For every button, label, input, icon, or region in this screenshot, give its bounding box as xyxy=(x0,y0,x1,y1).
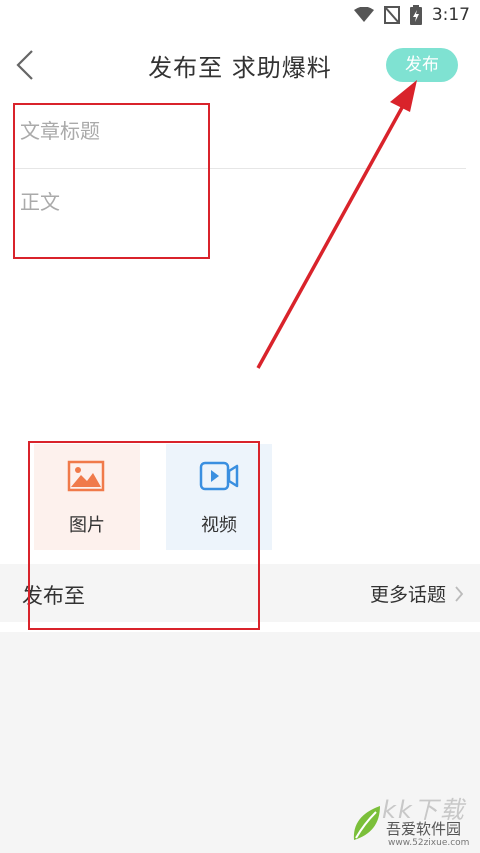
battery-charging-icon xyxy=(409,5,422,25)
more-topics-link[interactable]: 更多话题 xyxy=(370,580,464,607)
watermark: kk下载 吾爱软件园 www.52zixue.com xyxy=(346,790,478,850)
article-title-input[interactable] xyxy=(20,115,460,149)
no-signal-icon xyxy=(383,6,400,24)
chevron-right-icon xyxy=(455,585,464,602)
article-body-input[interactable] xyxy=(20,186,460,406)
add-video-button[interactable]: 视频 xyxy=(166,444,272,550)
top-nav-bar: 发布至 求助爆料 发布 xyxy=(0,32,480,96)
leaf-logo-icon xyxy=(353,806,380,840)
video-button-label: 视频 xyxy=(201,515,237,536)
title-divider xyxy=(14,168,466,169)
video-camera-icon xyxy=(199,461,239,491)
image-button-label: 图片 xyxy=(69,515,105,536)
publish-target-label: 发布至 xyxy=(22,584,85,608)
wifi-icon xyxy=(353,7,374,22)
watermark-url: www.52zixue.com xyxy=(388,838,470,848)
add-image-button[interactable]: 图片 xyxy=(34,444,140,550)
more-topics-label: 更多话题 xyxy=(369,584,446,606)
status-icons: 3:17 xyxy=(353,5,470,25)
watermark-brand: 吾爱软件园 xyxy=(386,820,462,838)
clock-time: 3:17 xyxy=(431,5,470,25)
status-bar: 3:17 xyxy=(0,0,480,32)
image-icon xyxy=(67,460,105,492)
publish-button[interactable]: 发布 xyxy=(386,48,458,82)
publish-target-row[interactable]: 发布至 更多话题 xyxy=(0,564,480,622)
